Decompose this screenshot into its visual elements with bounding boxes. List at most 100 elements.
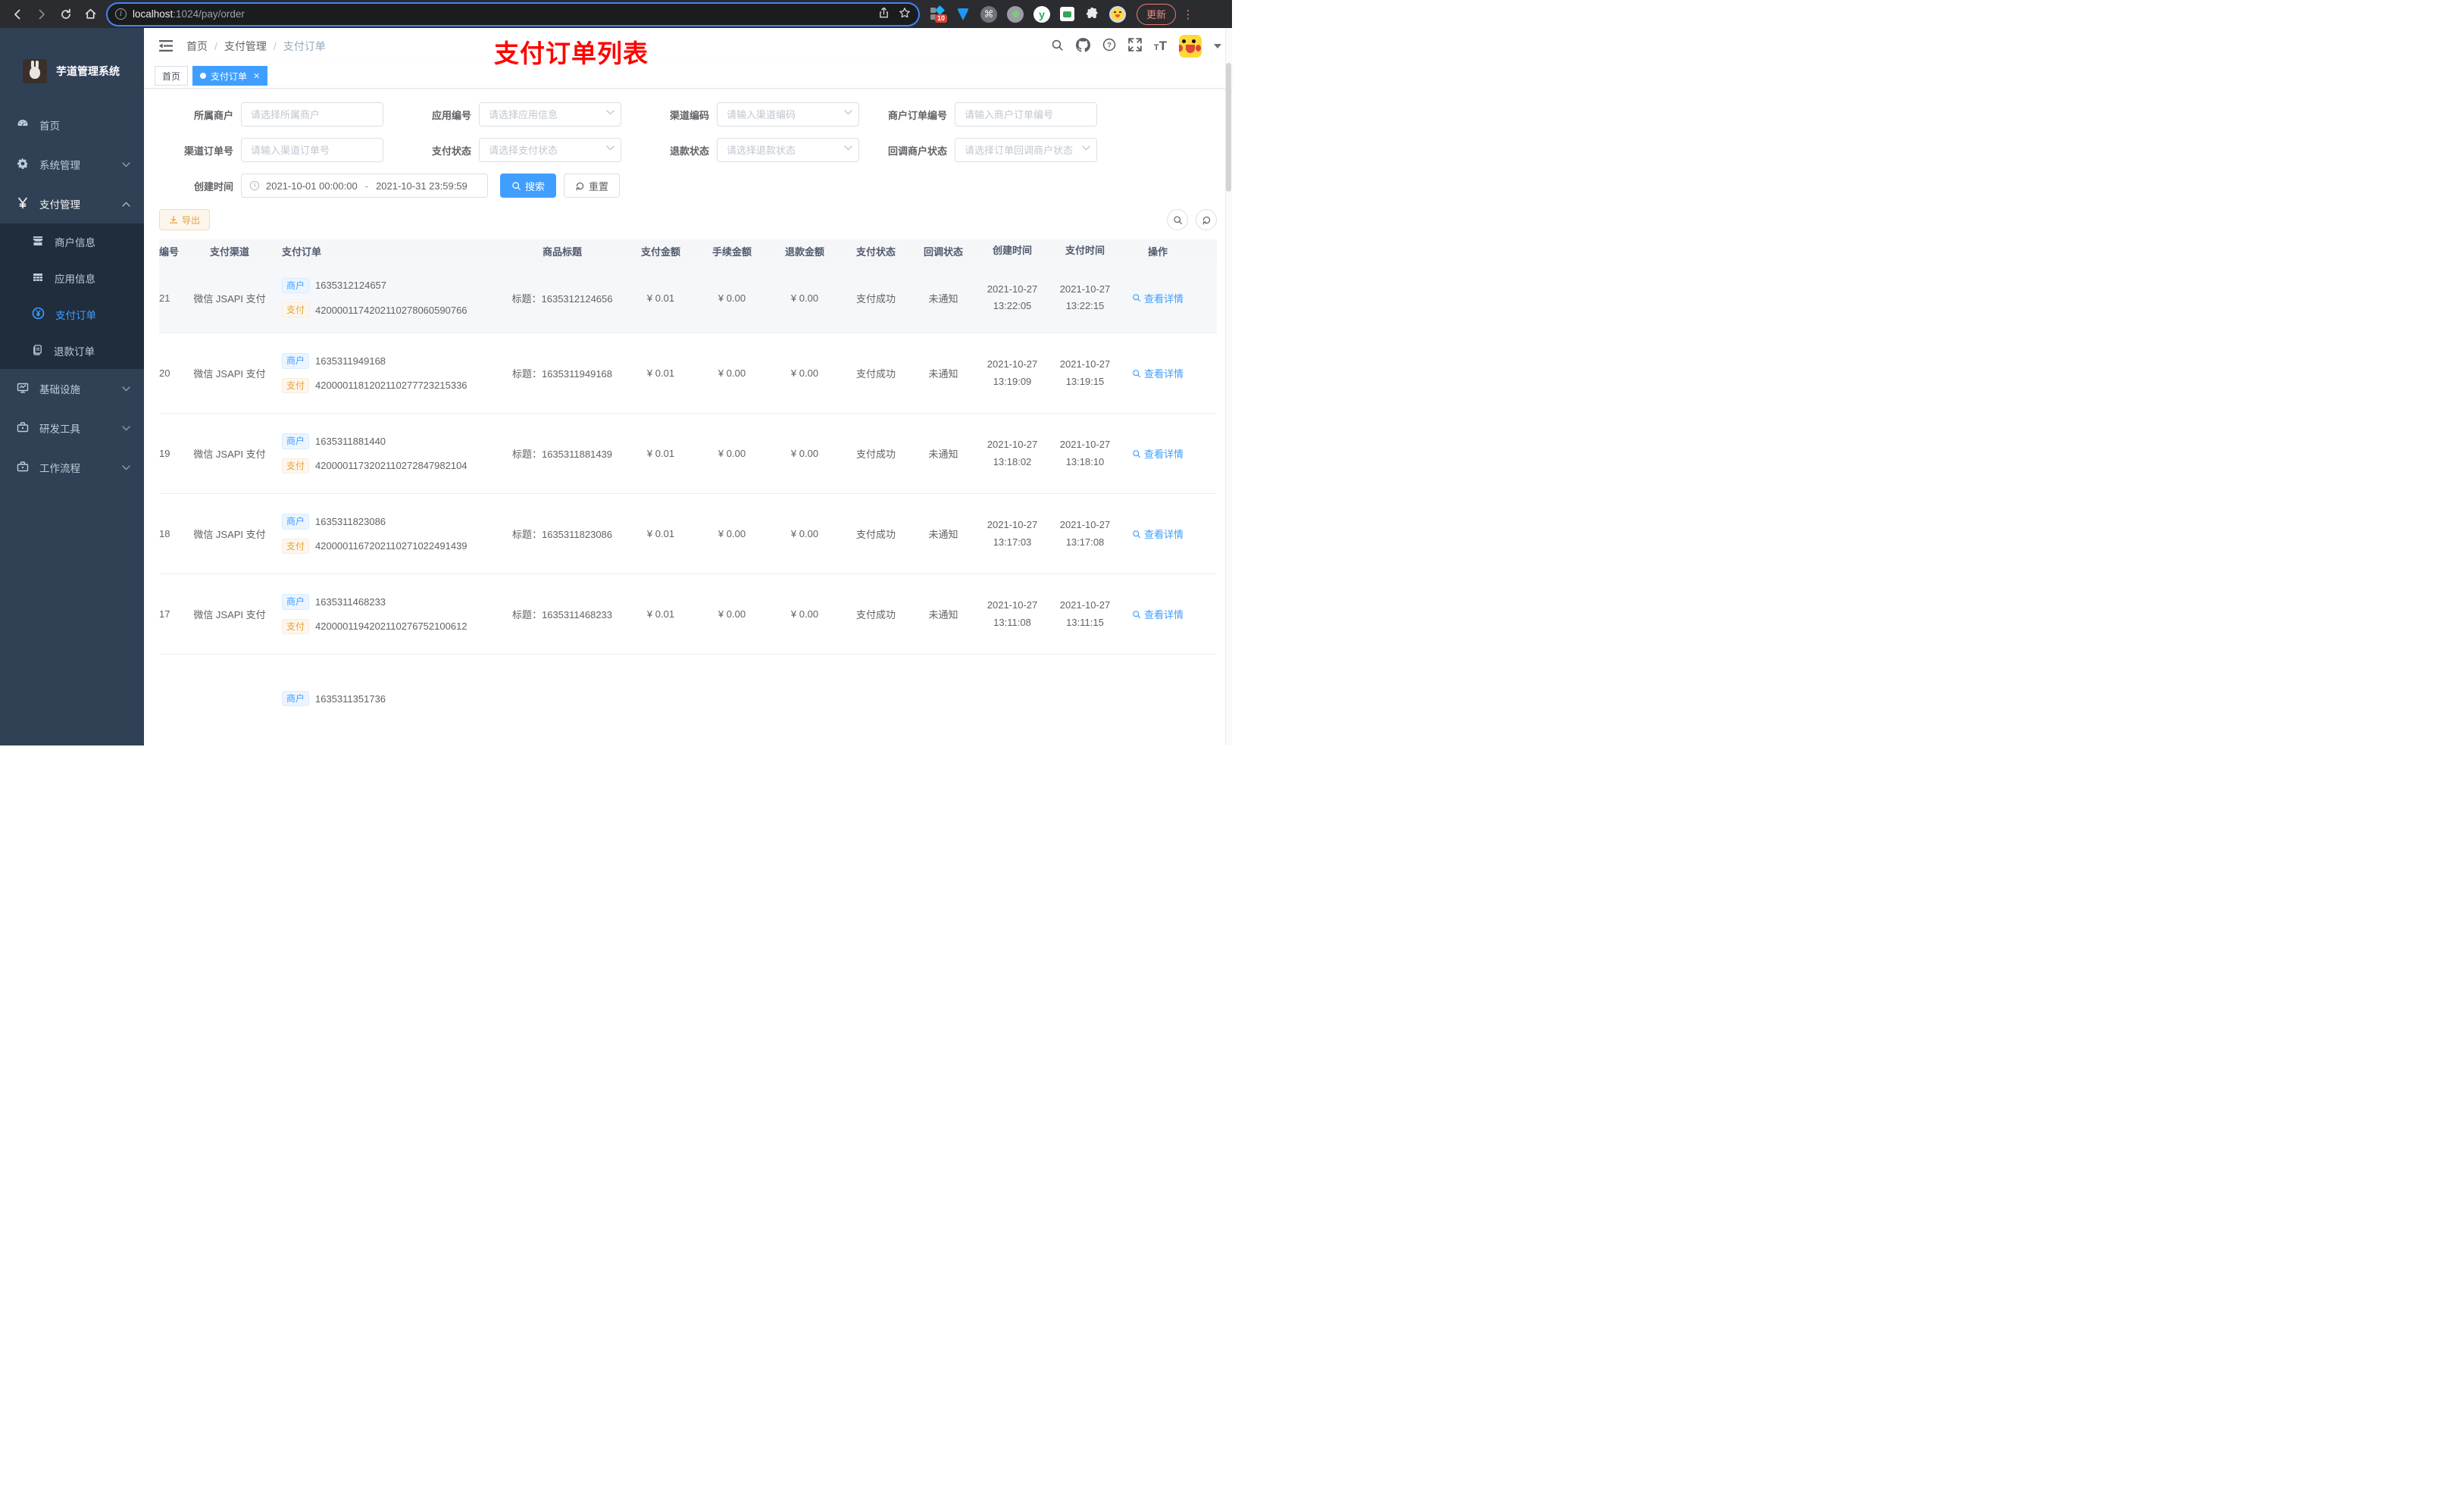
url-text[interactable]: localhost:1024/pay/order xyxy=(133,8,872,20)
cell-action: 查看详情 xyxy=(1121,366,1194,380)
tag-home[interactable]: 首页 xyxy=(155,66,189,86)
table-row[interactable]: 21 微信 JSAPI 支付 商户 1635312124657 支付 4200001… xyxy=(159,263,1217,333)
view-detail-link[interactable]: 查看详情 xyxy=(1132,607,1184,621)
font-size-icon[interactable]: TT xyxy=(1154,39,1167,54)
sidebar-item-refund-order[interactable]: 退款订单 xyxy=(0,333,144,369)
extension-y-icon[interactable]: y xyxy=(1033,5,1050,23)
sidebar-item-merchant-info[interactable]: 商户信息 xyxy=(0,223,144,260)
channel-code-select[interactable] xyxy=(717,102,859,127)
github-icon[interactable] xyxy=(1075,37,1090,55)
url-bar[interactable]: i localhost:1024/pay/order xyxy=(108,3,918,25)
share-icon[interactable] xyxy=(878,7,890,21)
cell-amount: ¥ 0.01 xyxy=(646,528,675,539)
pay-status-select[interactable] xyxy=(479,138,621,162)
sidebar-item-dev-tools[interactable]: 研发工具 xyxy=(0,408,144,448)
refresh-list-icon[interactable] xyxy=(1196,209,1217,230)
breadcrumb-payment[interactable]: 支付管理 xyxy=(224,39,267,54)
refund-status-select[interactable] xyxy=(717,138,859,162)
breadcrumb-home[interactable]: 首页 xyxy=(186,39,208,54)
bookmark-star-icon[interactable] xyxy=(899,7,911,21)
view-detail-link[interactable]: 查看详情 xyxy=(1132,527,1184,541)
sidebar-item-system[interactable]: 系统管理 xyxy=(0,145,144,184)
extensions-puzzle-icon[interactable] xyxy=(1084,7,1099,22)
extension-kite-icon[interactable] xyxy=(955,7,971,22)
sidebar-collapse-icon[interactable] xyxy=(155,40,177,52)
cell-action: 查看详情 xyxy=(1121,527,1194,541)
extension-badge: 10 xyxy=(935,14,948,23)
sidebar-item-workflow[interactable]: 工作流程 xyxy=(0,448,144,487)
filter-label: 渠道编码 xyxy=(669,109,709,121)
merchant-badge: 商户 xyxy=(282,691,310,707)
avatar[interactable] xyxy=(1179,34,1202,58)
view-detail-label: 查看详情 xyxy=(1143,292,1184,305)
cell-notify: 未通知 xyxy=(928,292,958,305)
sidebar-item-home[interactable]: 首页 xyxy=(0,105,144,145)
extension-chat-icon[interactable] xyxy=(1060,7,1074,21)
merchant-order-no-input[interactable] xyxy=(955,102,1097,127)
date-end[interactable]: 2021-10-31 23:59:59 xyxy=(376,180,467,192)
sidebar-item-app-info[interactable]: 应用信息 xyxy=(0,260,144,296)
chevron-down-icon xyxy=(122,464,130,470)
sidebar-item-infrastructure[interactable]: 基础设施 xyxy=(0,369,144,408)
reload-icon[interactable] xyxy=(56,5,76,24)
site-info-icon[interactable]: i xyxy=(115,8,127,20)
channel-order-no-input[interactable] xyxy=(241,138,383,162)
date-range-picker[interactable]: 2021-10-01 00:00:00 - 2021-10-31 23:59:5… xyxy=(241,173,488,198)
close-icon[interactable]: ✕ xyxy=(253,71,260,81)
forward-icon[interactable] xyxy=(32,5,52,24)
hide-search-icon[interactable] xyxy=(1167,209,1188,230)
table-row-partial[interactable]: 商户 1635311351736 xyxy=(159,655,1217,735)
cell-created: 2021-10-27 13:17:03 xyxy=(987,519,1038,548)
filter-merchant-order-no: 商户订单编号 xyxy=(873,102,1105,127)
view-detail-link[interactable]: 查看详情 xyxy=(1132,446,1184,461)
filter-app-id: 应用编号 xyxy=(397,102,629,127)
merchant-select[interactable] xyxy=(241,102,383,127)
app-select[interactable] xyxy=(479,102,621,127)
page-scrollbar[interactable] xyxy=(1225,28,1232,746)
caret-down-icon[interactable] xyxy=(1214,43,1221,48)
back-icon[interactable] xyxy=(8,5,27,24)
extension-dot-icon[interactable] xyxy=(1007,5,1024,23)
grid-icon xyxy=(32,271,44,286)
table-row[interactable]: 18 微信 JSAPI 支付 商户 1635311823086 支付 4200001… xyxy=(159,494,1217,574)
filter-label: 退款状态 xyxy=(669,145,709,157)
fullscreen-icon[interactable] xyxy=(1128,38,1142,54)
search-button[interactable]: 搜索 xyxy=(500,173,557,198)
cell-order: 商户 1635311468233 支付 4200001194202110276752… xyxy=(274,594,499,634)
date-start[interactable]: 2021-10-01 00:00:00 xyxy=(266,180,358,192)
view-detail-link[interactable]: 查看详情 xyxy=(1132,366,1184,380)
table-row[interactable]: 20 微信 JSAPI 支付 商户 1635311949168 支付 4200001… xyxy=(159,333,1217,414)
sidebar-item-pay-order[interactable]: 支付订单 xyxy=(0,296,144,333)
export-button[interactable]: 导出 xyxy=(159,209,211,230)
cell-action: 查看详情 xyxy=(1121,607,1194,621)
sidebar-item-label: 研发工具 xyxy=(39,424,80,435)
extension-emoji-icon[interactable] xyxy=(1109,5,1126,23)
notify-status-select[interactable] xyxy=(955,138,1097,162)
title-value: 1635311823086 xyxy=(541,529,613,540)
browser-menu-icon[interactable]: ⋮ xyxy=(1182,8,1194,21)
tag-pay-order[interactable]: 支付订单 ✕ xyxy=(192,66,268,86)
cell-notify: 未通知 xyxy=(928,449,958,460)
scrollbar-thumb[interactable] xyxy=(1226,63,1231,192)
reset-button[interactable]: 重置 xyxy=(564,173,621,198)
merchant-badge: 商户 xyxy=(282,514,310,530)
browser-update-button[interactable]: 更新 xyxy=(1137,3,1177,25)
sidebar-logo-row[interactable]: 芋道管理系统 xyxy=(0,28,144,95)
sidebar-item-label: 系统管理 xyxy=(39,160,80,171)
merchant-badge: 商户 xyxy=(282,277,310,293)
breadcrumb-separator: / xyxy=(214,39,217,52)
extension-command-icon[interactable]: ⌘ xyxy=(980,5,997,23)
table-row[interactable]: 17 微信 JSAPI 支付 商户 1635311468233 支付 4200001… xyxy=(159,574,1217,655)
help-icon[interactable]: ? xyxy=(1102,38,1116,54)
browser-toolbar: i localhost:1024/pay/order 10 ⌘ y 更新 ⋮ xyxy=(0,0,1232,28)
search-icon[interactable] xyxy=(1051,39,1064,54)
cell-fee: ¥ 0.00 xyxy=(718,608,746,620)
table-row[interactable]: 19 微信 JSAPI 支付 商户 1635311881440 支付 4200001… xyxy=(159,414,1217,494)
cell-title: 标题：1635311949168 xyxy=(499,366,626,380)
home-icon[interactable] xyxy=(80,5,100,24)
view-detail-link[interactable]: 查看详情 xyxy=(1132,291,1184,305)
sidebar-item-label: 支付订单 xyxy=(55,310,96,321)
sidebar-item-payment[interactable]: 支付管理 xyxy=(0,184,144,223)
extension-blocks-icon[interactable]: 10 xyxy=(930,5,948,23)
cell-created: 2021-10-27 13:11:08 xyxy=(987,599,1038,628)
